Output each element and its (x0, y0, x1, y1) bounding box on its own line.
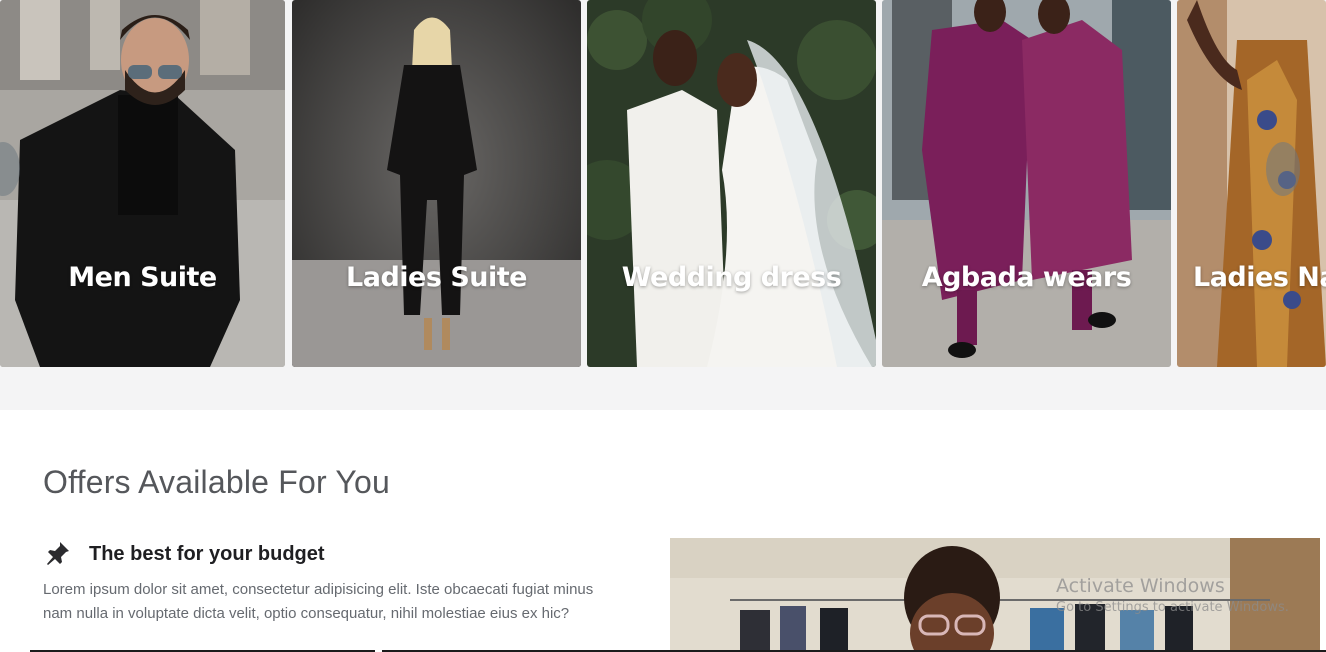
agbada-wears-photo (882, 0, 1171, 367)
wedding-dress-photo (587, 0, 876, 367)
category-label: Wedding dress (621, 262, 842, 293)
offer-photo (670, 538, 1320, 652)
chevron-right-icon[interactable] (1266, 142, 1300, 196)
ladies-suite-photo (292, 0, 581, 367)
category-label: Men Suite (68, 262, 217, 293)
category-carousel: Men Suite Ladies Suite Wedding dress Agb… (0, 0, 1326, 410)
category-label: Ladies Na (1193, 262, 1326, 293)
pin-icon (47, 542, 69, 565)
category-card-agbada-wears[interactable]: Agbada wears (882, 0, 1171, 367)
ladies-native-photo (1177, 0, 1326, 367)
category-label: Ladies Suite (346, 262, 527, 293)
section-title: Offers Available For You (43, 464, 390, 500)
category-card-ladies-native[interactable]: Ladies Na (1177, 0, 1326, 367)
offer-heading: The best for your budget (89, 543, 325, 565)
category-card-men-suite[interactable]: Men Suite (0, 0, 285, 367)
men-suite-photo (0, 0, 285, 367)
category-card-wedding-dress[interactable]: Wedding dress (587, 0, 876, 367)
offer-description: Lorem ipsum dolor sit amet, consectetur … (43, 581, 594, 622)
category-label: Agbada wears (921, 262, 1132, 293)
category-card-ladies-suite[interactable]: Ladies Suite (292, 0, 581, 367)
